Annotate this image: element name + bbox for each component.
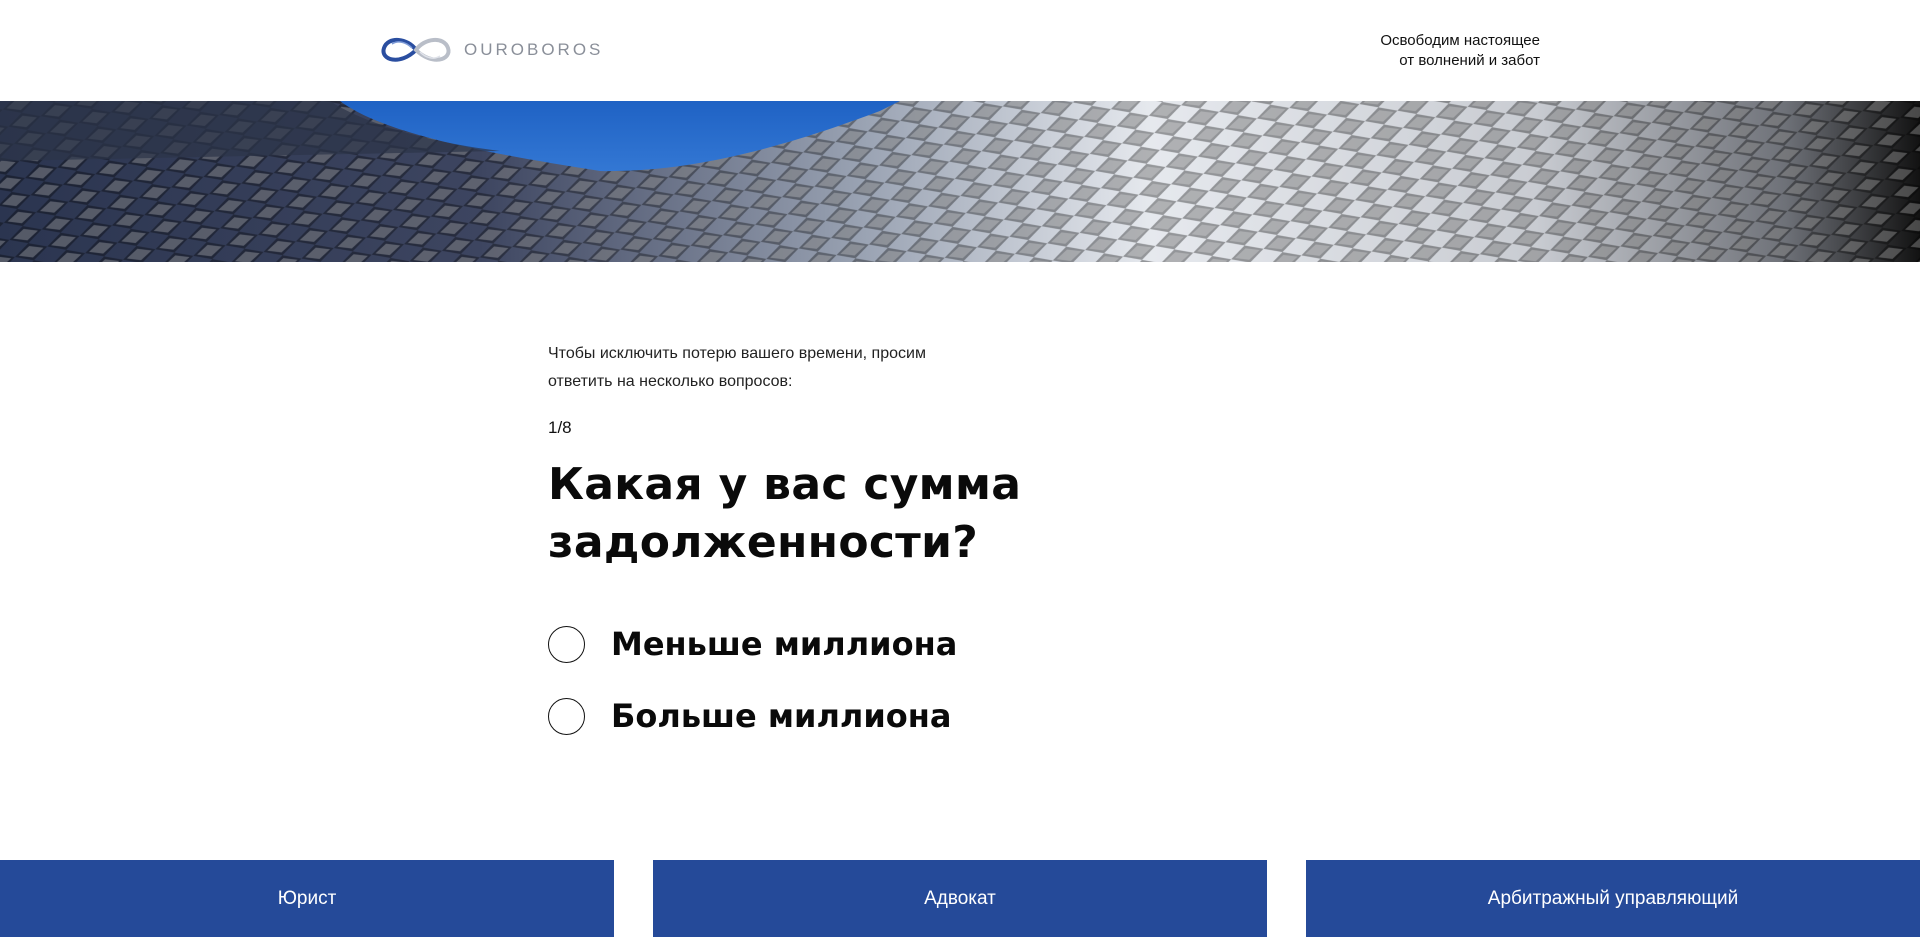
logo-text: OUROBOROS	[464, 40, 604, 59]
option-label: Больше миллиона	[611, 697, 952, 735]
quiz-intro-line-1: Чтобы исключить потерю вашего времени, п…	[548, 345, 926, 362]
option-less-than-million[interactable]: Меньше миллиона	[548, 608, 1068, 680]
tagline-line-1: Освободим настоящее	[1380, 32, 1540, 49]
quiz-step-counter: 1/8	[548, 418, 572, 437]
logo[interactable]: OUROBOROS	[378, 30, 603, 70]
advocate-button[interactable]: Адвокат	[653, 860, 1267, 937]
arbitration-manager-button[interactable]: Арбитражный управляющий	[1306, 860, 1920, 937]
header-tagline: Освободим настоящее от волнений и забот	[1380, 31, 1540, 71]
radio-button[interactable]	[548, 697, 585, 735]
radio-button[interactable]	[548, 625, 585, 663]
quiz-question: Какая у вас сумма задолженности?	[548, 456, 1068, 572]
option-more-than-million[interactable]: Больше миллиона	[548, 680, 1068, 752]
tagline-line-2: от волнений и забот	[1399, 52, 1540, 69]
quiz-panel: Чтобы исключить потерю вашего времени, п…	[548, 340, 1068, 752]
quiz-question-line-1: Какая у вас сумма	[548, 459, 1022, 510]
infinity-ouroboros-icon	[381, 38, 451, 62]
hero-banner-image	[0, 101, 1920, 262]
quiz-intro-line-2: ответить на несколько вопросов:	[548, 373, 793, 390]
option-label: Меньше миллиона	[611, 625, 958, 663]
footer-buttons: Юрист Адвокат Арбитражный управляющий	[0, 860, 1920, 937]
quiz-intro: Чтобы исключить потерю вашего времени, п…	[548, 340, 1008, 396]
quiz-options: Меньше миллиона Больше миллиона	[548, 608, 1068, 752]
quiz-question-line-2: задолженности?	[548, 517, 979, 568]
lawyer-button[interactable]: Юрист	[0, 860, 614, 937]
site-header: OUROBOROS Освободим настоящее от волнени…	[0, 0, 1920, 101]
